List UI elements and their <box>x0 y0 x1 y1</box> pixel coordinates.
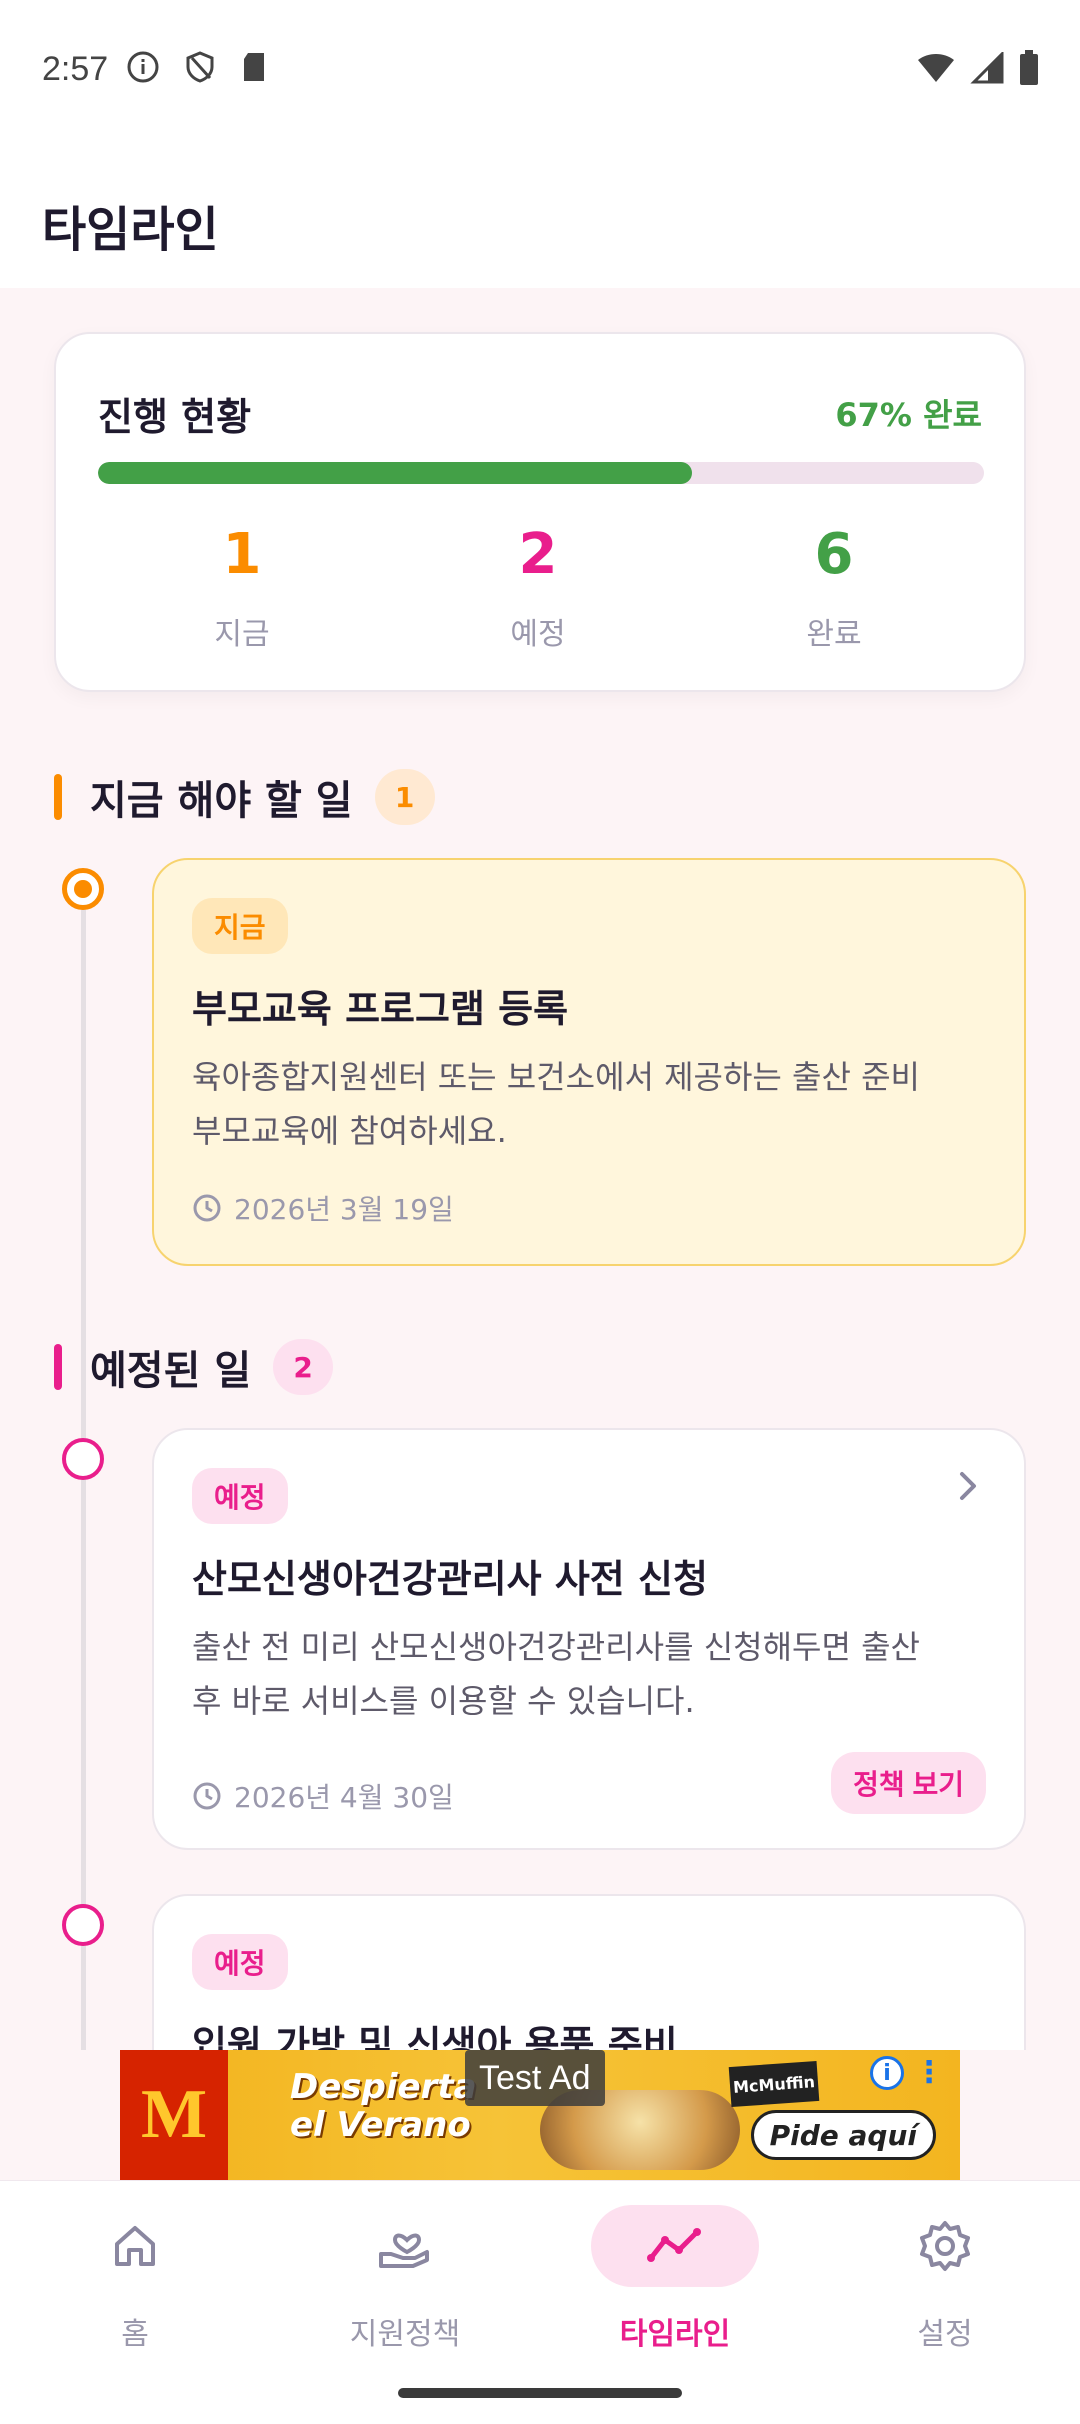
nav-pill-active <box>591 2205 759 2287</box>
task-title: 부모교육 프로그램 등록 <box>192 987 569 1031</box>
stat-done-value: 6 <box>814 522 854 587</box>
wifi-icon <box>916 52 956 88</box>
progress-title: 진행 현황 <box>98 395 252 439</box>
task-title: 입원 가방 및 신생아 용품 준비 <box>192 2023 678 2050</box>
nav-label-support: 지원정책 <box>349 2317 461 2352</box>
view-policy-button[interactable]: 정책 보기 <box>831 1752 986 1814</box>
timeline-dot-now <box>62 868 104 910</box>
progress-card: 진행 현황 67% 완료 1 지금 2 예정 6 완료 <box>54 332 1026 692</box>
task-card-upcoming[interactable]: 예정 입원 가방 및 신생아 용품 준비 <box>152 1894 1026 2050</box>
stat-upcoming-label: 예정 <box>510 617 566 652</box>
ad-cta-button[interactable]: Pide aquí <box>750 2110 936 2160</box>
nav-label-timeline: 타임라인 <box>619 2317 731 2352</box>
task-date: 2026년 3월 19일 <box>192 1188 454 1228</box>
ad-headline-line: Despierta <box>290 2067 477 2107</box>
task-card-now[interactable]: 지금 부모교육 프로그램 등록 육아종합지원센터 또는 보건소에서 제공하는 출… <box>152 858 1026 1266</box>
task-title: 산모신생아건강관리사 사전 신청 <box>192 1557 708 1601</box>
status-time: 2:57 <box>42 50 109 88</box>
task-description-line: 출산 전 미리 산모신생아건강관리사를 신청해두면 출산 <box>192 1628 920 1666</box>
status-bar: 2:57 <box>0 0 1080 140</box>
task-date-text: 2026년 4월 30일 <box>234 1781 454 1814</box>
battery-icon <box>1018 50 1040 90</box>
progress-bar <box>98 462 984 484</box>
info-icon <box>126 50 160 88</box>
section-now-count-badge: 1 <box>374 769 435 825</box>
timeline-dot-upcoming <box>62 1904 104 1946</box>
mcdonalds-logo: M <box>120 2050 228 2180</box>
nav-label-settings: 설정 <box>917 2317 973 2352</box>
ad-banner[interactable]: M Despierta el Verano McMuffin Test Ad i… <box>120 2050 960 2180</box>
clock-icon <box>193 1194 221 1222</box>
task-description-line: 후 바로 서비스를 이용할 수 있습니다. <box>192 1682 695 1720</box>
ad-info-icon[interactable]: i <box>870 2056 904 2090</box>
task-description-line: 부모교육에 참여하세요. <box>192 1112 507 1150</box>
stat-upcoming: 2 예정 <box>390 522 686 653</box>
timeline-icon <box>647 2228 701 2262</box>
section-now-header: 지금 해야 할 일 1 <box>54 768 435 826</box>
timeline-line <box>81 1478 86 2050</box>
nav-pill <box>51 2205 219 2287</box>
gear-icon <box>920 2221 970 2271</box>
task-description: 육아종합지원센터 또는 보건소에서 제공하는 출산 준비 부모교육에 참여하세요… <box>192 1050 992 1158</box>
nav-pill <box>861 2205 1029 2287</box>
task-description-line: 육아종합지원센터 또는 보건소에서 제공하는 출산 준비 <box>192 1058 920 1096</box>
status-icons-left <box>126 50 268 88</box>
ad-more-icon[interactable]: ⋮ <box>914 2056 944 2090</box>
stat-done: 6 완료 <box>686 522 982 653</box>
status-badge-upcoming: 예정 <box>192 1934 288 1990</box>
status-badge-upcoming: 예정 <box>192 1468 288 1524</box>
nav-label-home: 홈 <box>121 2317 149 2352</box>
shield-icon <box>184 50 216 88</box>
stat-done-label: 완료 <box>806 617 862 652</box>
nav-item-home[interactable]: 홈 <box>0 2205 270 2355</box>
task-date-text: 2026년 3월 19일 <box>234 1193 454 1226</box>
stat-now-value: 1 <box>222 522 262 587</box>
nav-item-support[interactable]: 지원정책 <box>270 2205 540 2355</box>
stat-upcoming-value: 2 <box>518 522 558 587</box>
section-upcoming-title: 예정된 일 <box>90 1348 252 1394</box>
ad-headline: Despierta el Verano <box>290 2068 477 2144</box>
section-upcoming-count-badge: 2 <box>273 1339 334 1395</box>
ad-headline-line: el Verano <box>290 2105 471 2145</box>
stat-now: 1 지금 <box>94 522 390 653</box>
app-header: 타임라인 <box>0 140 1080 288</box>
nav-item-settings[interactable]: 설정 <box>810 2205 1080 2355</box>
stat-now-label: 지금 <box>214 617 270 652</box>
sd-card-icon <box>240 51 268 87</box>
status-icons-right <box>916 50 1040 90</box>
task-description: 출산 전 미리 산모신생아건강관리사를 신청해두면 출산 후 바로 서비스를 이… <box>192 1620 992 1728</box>
section-upcoming-header: 예정된 일 2 <box>54 1338 334 1396</box>
support-hand-icon <box>379 2233 429 2268</box>
test-ad-label: Test Ad <box>465 2050 605 2106</box>
clock-icon <box>193 1782 221 1810</box>
home-icon <box>115 2226 155 2266</box>
progress-bar-fill <box>98 462 692 484</box>
cell-signal-icon <box>970 50 1004 88</box>
section-now-accent <box>54 774 62 820</box>
section-now-title: 지금 해야 할 일 <box>90 778 353 824</box>
status-badge-now: 지금 <box>192 898 288 954</box>
task-date: 2026년 4월 30일 <box>192 1776 454 1816</box>
timeline-dot-upcoming <box>62 1438 104 1480</box>
nav-pill <box>321 2205 489 2287</box>
page-title: 타임라인 <box>42 202 219 258</box>
ad-product-label: McMuffin <box>728 2060 820 2108</box>
section-upcoming-accent <box>54 1344 62 1390</box>
task-card-upcoming[interactable]: 예정 산모신생아건강관리사 사전 신청 출산 전 미리 산모신생아건강관리사를 … <box>152 1428 1026 1850</box>
timeline-content[interactable]: 진행 현황 67% 완료 1 지금 2 예정 6 완료 지금 해야 할 일 1 … <box>0 288 1080 2050</box>
progress-percent: 67% 완료 <box>835 396 982 434</box>
ad-logo-text: M <box>140 2076 208 2153</box>
chevron-right-icon[interactable] <box>950 1466 986 1510</box>
home-indicator[interactable] <box>398 2388 682 2398</box>
nav-item-timeline[interactable]: 타임라인 <box>540 2205 810 2355</box>
